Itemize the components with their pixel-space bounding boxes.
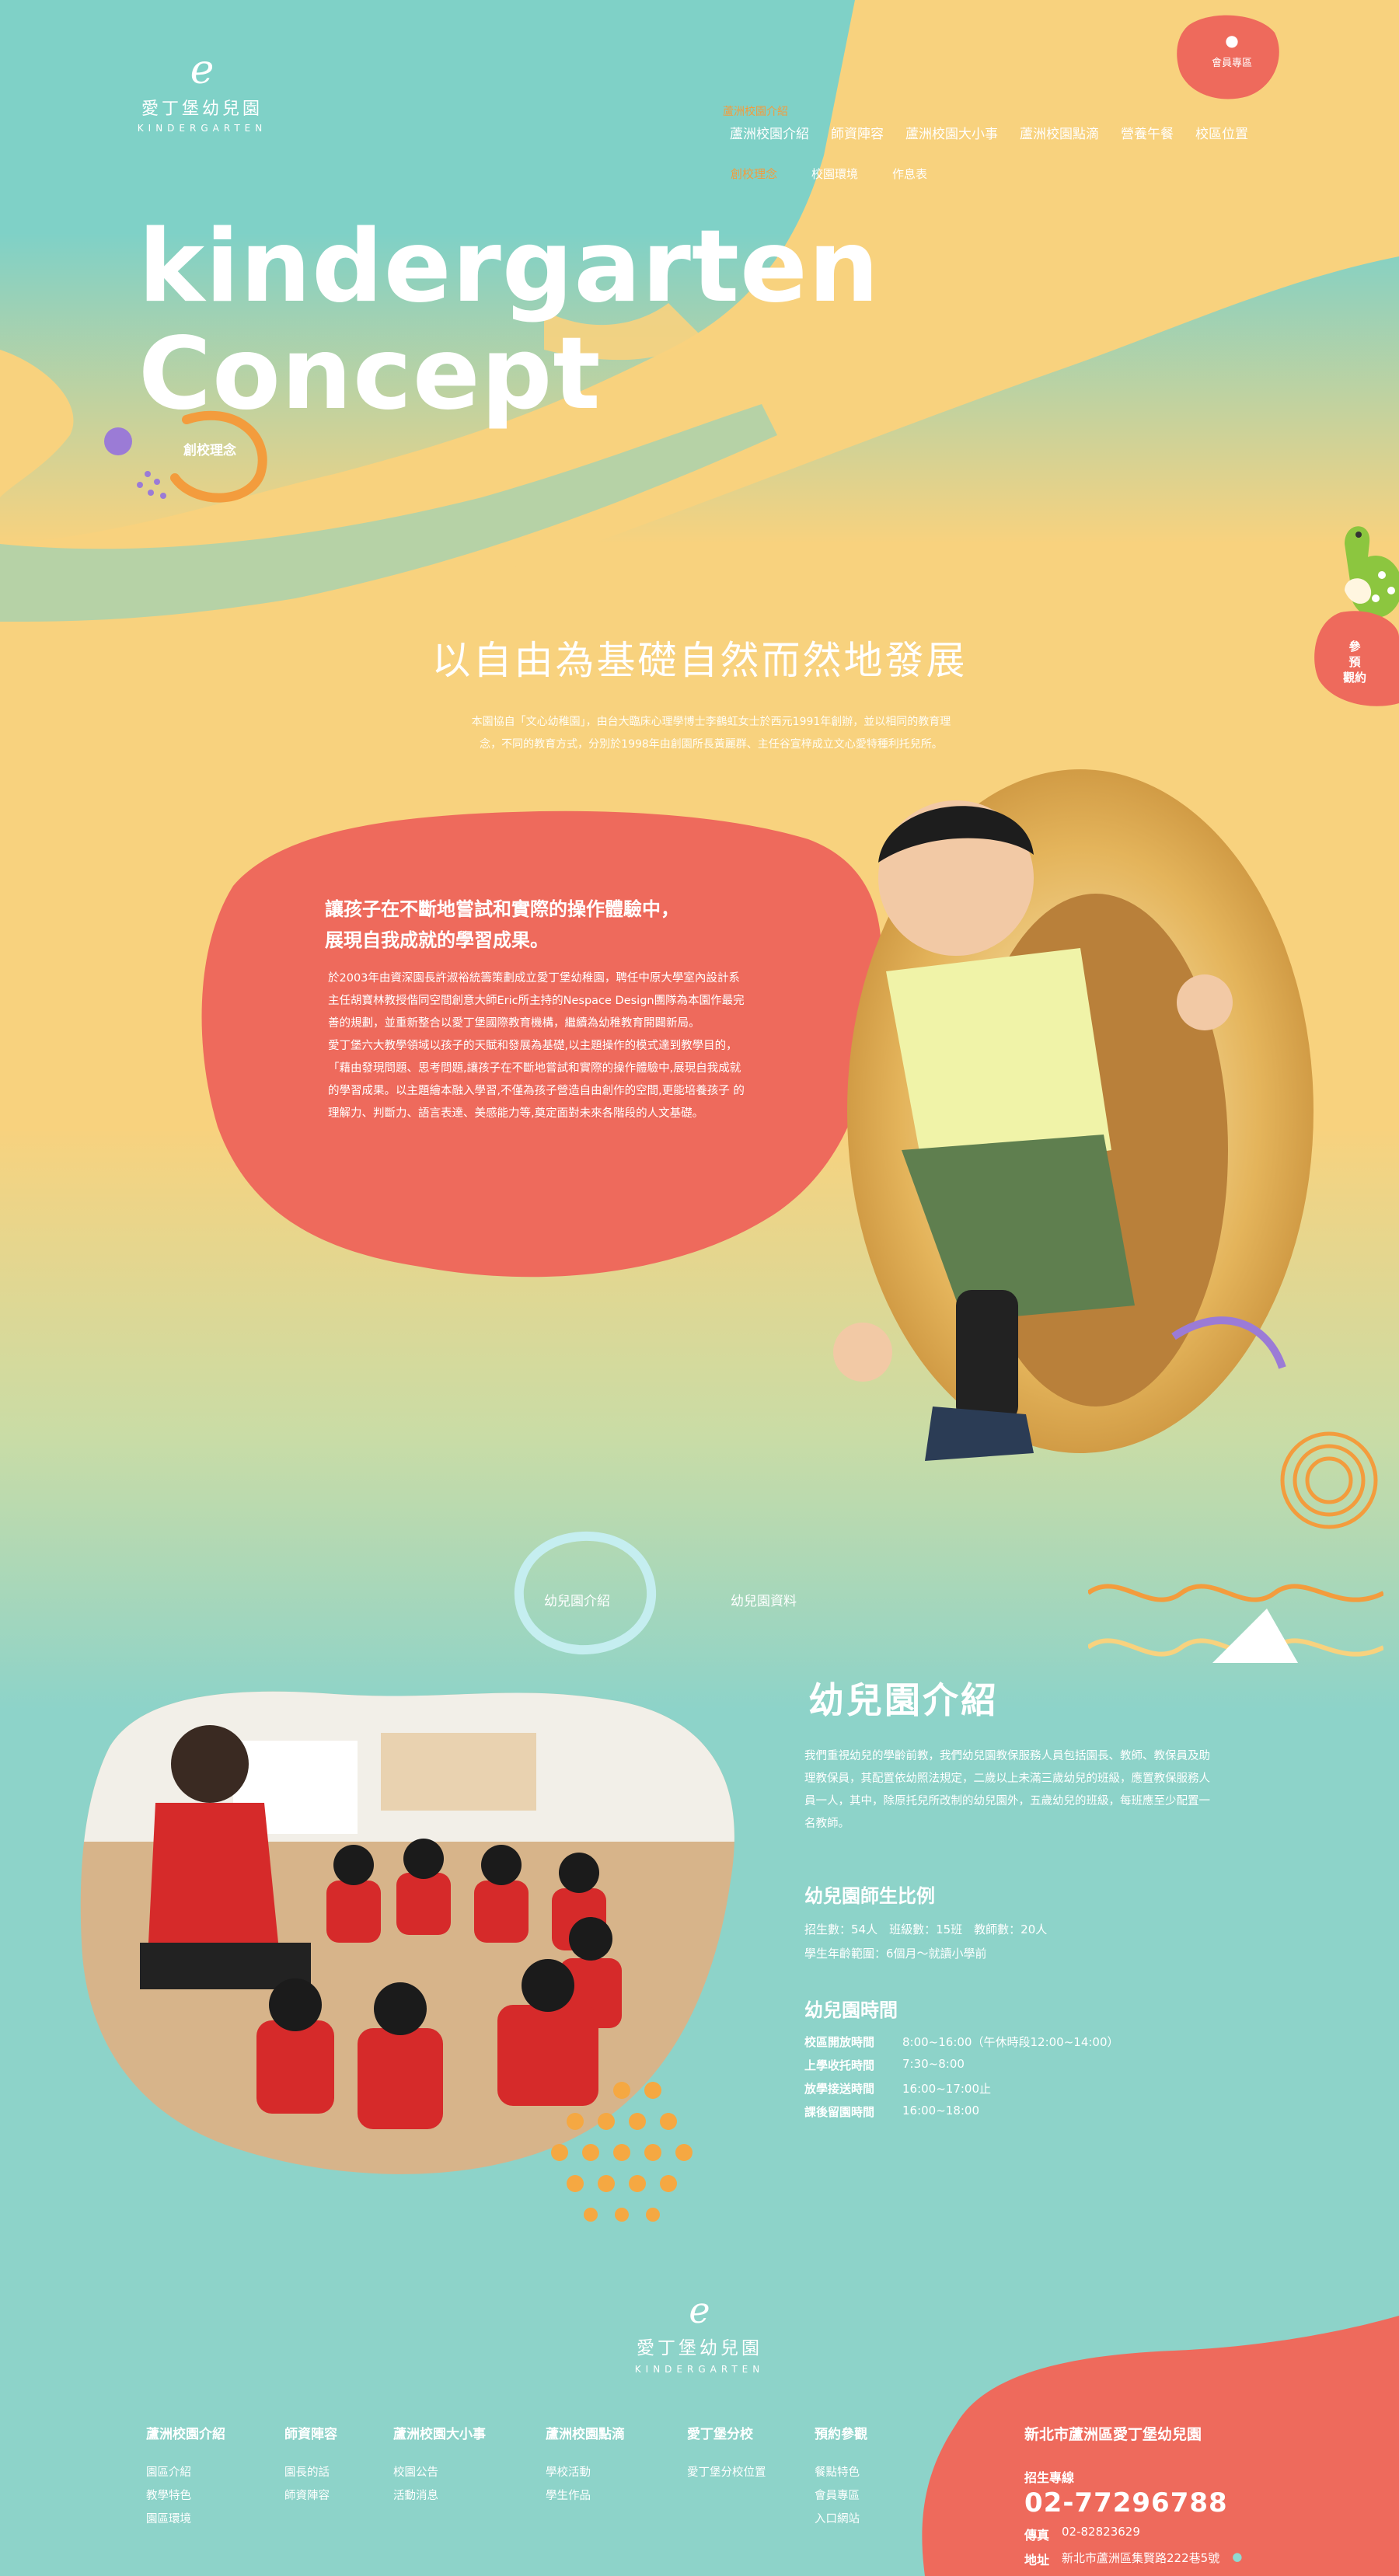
tab-kindergarten-data[interactable]: 幼兒園資料 bbox=[731, 1590, 797, 1609]
boy-in-ring-photo bbox=[833, 769, 1314, 1461]
footer-column-heading[interactable]: 愛丁堡分校 bbox=[687, 2423, 766, 2442]
concept-blob-title-line-2: 展現自我成就的學習成果。 bbox=[325, 929, 549, 951]
footer-link[interactable]: 入口網站 bbox=[815, 2508, 867, 2531]
hours-label: 放學接送時間 bbox=[804, 2082, 875, 2096]
nav-item-campus-intro[interactable]: 蘆洲校園介紹 bbox=[719, 123, 820, 142]
hero-title-line-1: kindergarten bbox=[138, 209, 880, 325]
footer-column-teachers: 師資陣容 園長的話 師資陣容 bbox=[284, 2423, 337, 2508]
concept-intro: 本園協自「文心幼稚園」，由台大臨床心理學博士李鶴虹女士於西元1991年創辦，並以… bbox=[471, 716, 951, 751]
footer-link[interactable]: 校園公告 bbox=[393, 2461, 486, 2484]
hours-value: 8:00~16:00（午休時段12:00~14:00） bbox=[902, 2035, 1119, 2049]
footer-link[interactable]: 園區介紹 bbox=[146, 2461, 225, 2484]
subnav-item-environment[interactable]: 校園環境 bbox=[811, 166, 858, 182]
footer-link[interactable]: 師資陣容 bbox=[284, 2484, 337, 2508]
info-intro: 我們重視幼兒的學齡前教，我們幼兒園教保服務人員包括園長、教師、教保員及助理教保員… bbox=[804, 1750, 1210, 1830]
hero-title-line-2: Concept bbox=[138, 316, 602, 432]
footer-logo-mark: e bbox=[689, 2289, 710, 2331]
contact-address-label: 地址 bbox=[1024, 2553, 1050, 2567]
concept-heading: 以自由為基礎自然而然地發展 bbox=[431, 638, 968, 683]
footer-link[interactable]: 園區環境 bbox=[146, 2508, 225, 2531]
ratio-title: 幼兒園師生比例 bbox=[804, 1885, 935, 1907]
member-area-button[interactable]: ● 會員專區 bbox=[1193, 31, 1271, 69]
footer-logo-name: 愛丁堡幼兒園 bbox=[637, 2338, 762, 2358]
concept-blob-body: 於2003年由資深園長許淑裕統籌策劃成立愛丁堡幼稚園，聘任中原大學室內設計系主任… bbox=[328, 967, 748, 1125]
contact-address-row: 地址 新北市蘆洲區集賢路222巷5號 ● bbox=[1024, 2550, 1351, 2568]
footer-column-heading[interactable]: 師資陣容 bbox=[284, 2423, 337, 2442]
nav-item-lunch[interactable]: 營養午餐 bbox=[1110, 123, 1184, 142]
footer-link[interactable]: 教學特色 bbox=[146, 2484, 225, 2508]
footer-link[interactable]: 活動消息 bbox=[393, 2484, 486, 2508]
ratio-line: 招生數：54人 班級數：15班 教師數：20人 bbox=[804, 1922, 1048, 1936]
footer-logo[interactable]: e 愛丁堡幼兒園 KINDERGARTEN bbox=[622, 2291, 777, 2375]
contact-info: 新北市蘆洲區愛丁堡幼兒園 招生專線 02-77296788 傳真 02-8282… bbox=[1024, 2423, 1351, 2568]
orange-scribble bbox=[1280, 1431, 1378, 1529]
hours-value: 7:30~8:00 bbox=[902, 2057, 965, 2071]
brand-logo[interactable]: e 愛丁堡幼兒園 KINDERGARTEN bbox=[132, 47, 272, 134]
subnav-item-schedule[interactable]: 作息表 bbox=[892, 166, 927, 182]
footer-column-heading[interactable]: 蘆洲校園大小事 bbox=[393, 2423, 486, 2442]
subnav-item-concept[interactable]: 創校理念 bbox=[731, 166, 777, 182]
footer-logo-subtitle: KINDERGARTEN bbox=[634, 2364, 765, 2375]
contact-address: 新北市蘆洲區集賢路222巷5號 bbox=[1062, 2551, 1220, 2565]
footer-link[interactable]: 餐點特色 bbox=[815, 2461, 867, 2484]
contact-fax: 02-82823629 bbox=[1062, 2525, 1140, 2539]
nav-item-teachers[interactable]: 師資陣容 bbox=[820, 123, 895, 142]
footer-column-heading[interactable]: 預約參觀 bbox=[815, 2423, 867, 2442]
hours-label: 上學收托時間 bbox=[804, 2058, 875, 2072]
nav-item-campus-news[interactable]: 蘆洲校園大小事 bbox=[895, 123, 1009, 142]
hero-subtitle: 創校理念 bbox=[183, 443, 236, 458]
concept-blob-title-line-1: 讓孩子在不斷地嘗試和實際的操作體驗中， bbox=[325, 898, 679, 920]
logo-name: 愛丁堡幼兒園 bbox=[141, 99, 263, 119]
contact-phone[interactable]: 02-77296788 bbox=[1024, 2487, 1351, 2518]
hours-label: 課後留園時間 bbox=[804, 2105, 875, 2119]
concept-paragraph: 於2003年由資深園長許淑裕統籌策劃成立愛丁堡幼稚園，聘任中原大學室內設計系主任… bbox=[328, 972, 745, 1030]
sub-navigation: 創校理念 校園環境 作息表 bbox=[731, 166, 927, 182]
contact-fax-row: 傳真 02-82823629 bbox=[1024, 2525, 1351, 2543]
ratio-line: 學生年齡範圍：6個月～就讀小學前 bbox=[804, 1947, 987, 1961]
footer-column-heading[interactable]: 蘆洲校園介紹 bbox=[146, 2423, 225, 2442]
footer-column-heading[interactable]: 蘆洲校園點滴 bbox=[546, 2423, 625, 2442]
footer-link[interactable]: 愛丁堡分校位置 bbox=[687, 2461, 766, 2484]
hero-title: kindergarten Concept bbox=[138, 214, 880, 428]
footer-link[interactable]: 會員專區 bbox=[815, 2484, 867, 2508]
member-area-label: 會員專區 bbox=[1211, 58, 1252, 69]
contact-fax-label: 傳真 bbox=[1024, 2528, 1050, 2543]
hours-value: 16:00~17:00止 bbox=[902, 2082, 992, 2096]
info-title: 幼兒園介紹 bbox=[808, 1679, 999, 1721]
footer-column-moments: 蘆洲校園點滴 學校活動 學生作品 bbox=[546, 2423, 625, 2508]
footer-column-campus: 蘆洲校園介紹 園區介紹 教學特色 園區環境 bbox=[146, 2423, 225, 2531]
concept-blob-title: 讓孩子在不斷地嘗試和實際的操作體驗中， 展現自我成就的學習成果。 bbox=[325, 894, 760, 956]
nav-current-section-label: 蘆洲校園介紹 bbox=[723, 106, 788, 118]
footer-column-branch: 愛丁堡分校 愛丁堡分校位置 bbox=[687, 2423, 766, 2484]
hours-row: 課後留園時間 16:00~18:00 bbox=[804, 2104, 979, 2120]
hours-row: 上學收托時間 7:30~8:00 bbox=[804, 2057, 965, 2073]
hours-title: 幼兒園時間 bbox=[804, 1999, 898, 2021]
nav-item-campus-moments[interactable]: 蘆洲校園點滴 bbox=[1009, 123, 1110, 142]
hours-value: 16:00~18:00 bbox=[902, 2104, 980, 2118]
hours-label: 校區開放時間 bbox=[804, 2035, 875, 2049]
footer-link[interactable]: 學生作品 bbox=[546, 2484, 625, 2508]
contact-school-name: 新北市蘆洲區愛丁堡幼兒園 bbox=[1024, 2426, 1202, 2443]
wave-mountain-decoration bbox=[1088, 1584, 1383, 1663]
contact-phone-label: 招生專線 bbox=[1024, 2470, 1075, 2485]
map-pin-icon[interactable]: ● bbox=[1232, 2550, 1242, 2568]
footer-column-visit: 預約參觀 餐點特色 會員專區 入口網站 bbox=[815, 2423, 867, 2531]
nav-item-location[interactable]: 校區位置 bbox=[1184, 123, 1259, 142]
hours-row: 校區開放時間 8:00~16:00（午休時段12:00~14:00） bbox=[804, 2034, 1119, 2050]
footer-link[interactable]: 學校活動 bbox=[546, 2461, 625, 2484]
classroom-photo bbox=[80, 1691, 734, 2222]
footer-column-news: 蘆洲校園大小事 校園公告 活動消息 bbox=[393, 2423, 486, 2508]
user-icon: ● bbox=[1225, 31, 1239, 50]
footer-link[interactable]: 園長的話 bbox=[284, 2461, 337, 2484]
hours-row: 放學接送時間 16:00~17:00止 bbox=[804, 2080, 991, 2097]
logo-subtitle: KINDERGARTEN bbox=[137, 123, 267, 134]
main-navigation: 蘆洲校園介紹 師資陣容 蘆洲校園大小事 蘆洲校園點滴 營養午餐 校區位置 bbox=[719, 123, 1259, 142]
concept-paragraph: 愛丁堡六大教學領域以孩子的天賦和發展為基礎,以主題操作的模式達到教學目的，「藉由… bbox=[328, 1040, 745, 1120]
logo-mark: e bbox=[190, 47, 215, 93]
tab-kindergarten-intro[interactable]: 幼兒園介紹 bbox=[544, 1590, 610, 1609]
